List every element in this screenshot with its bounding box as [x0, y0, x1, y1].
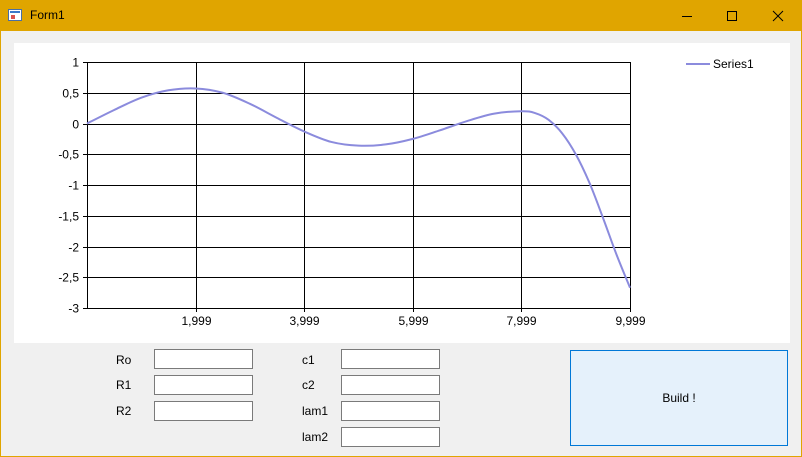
r2-label: R2	[116, 404, 132, 418]
r1-label: R1	[116, 378, 132, 392]
legend-label-series1: Series1	[713, 57, 754, 71]
r2-field[interactable]	[154, 401, 253, 421]
y-tick-label: -0,5	[58, 148, 79, 162]
x-tick-label: 3,999	[289, 314, 319, 328]
ro-field[interactable]	[154, 349, 253, 369]
y-tick-label: -2,5	[58, 271, 79, 285]
build-button[interactable]: Build !	[570, 350, 788, 446]
chart-grid	[87, 62, 631, 309]
maximize-button[interactable]	[709, 0, 755, 31]
form-client-area: 1 0,5 0 -0,5 -1 -1,5 -2 -2,5 -3 1,999 3,999 5,999 7…	[1, 31, 801, 456]
window-title: Form1	[30, 8, 65, 22]
chart-series	[86, 87, 631, 289]
y-tick-label: 0,5	[62, 87, 79, 101]
lam2-label: lam2	[302, 430, 329, 444]
r1-field[interactable]	[154, 375, 253, 395]
c1-field[interactable]	[341, 349, 440, 369]
series-line-1	[86, 87, 631, 289]
y-tick-label: 0	[72, 118, 79, 132]
line-chart: 1 0,5 0 -0,5 -1 -1,5 -2 -2,5 -3 1,999 3,999 5,999 7…	[58, 56, 754, 329]
y-tick-label: -1	[68, 179, 79, 193]
x-tick-label: 5,999	[398, 314, 428, 328]
chart-panel: 1 0,5 0 -0,5 -1 -1,5 -2 -2,5 -3 1,999 3,999 5,999 7…	[14, 43, 790, 343]
y-tick-label: -3	[68, 302, 79, 316]
x-tick-label: 1,999	[181, 314, 211, 328]
title-bar[interactable]: Form1	[0, 0, 802, 31]
x-tick-label: 7,999	[506, 314, 536, 328]
c2-label: c2	[302, 378, 315, 392]
c2-field[interactable]	[341, 375, 440, 395]
chart-axes	[83, 62, 631, 312]
c1-label: c1	[302, 353, 315, 367]
minimize-button[interactable]	[664, 0, 710, 31]
chart-legend: Series1	[686, 57, 754, 71]
close-icon	[772, 10, 784, 21]
y-tick-labels: 1 0,5 0 -0,5 -1 -1,5 -2 -2,5 -3	[58, 56, 79, 316]
maximize-icon	[727, 10, 737, 21]
x-tick-label: 9,999	[615, 314, 645, 328]
y-tick-label: -1,5	[58, 210, 79, 224]
lam1-label: lam1	[302, 404, 329, 418]
y-tick-label: -2	[68, 241, 79, 255]
lam2-field[interactable]	[341, 427, 440, 447]
minimize-icon	[682, 15, 692, 17]
y-tick-label: 1	[72, 56, 79, 70]
close-button[interactable]	[755, 0, 801, 31]
ro-label: Ro	[116, 353, 132, 367]
x-tick-labels: 1,999 3,999 5,999 7,999 9,999	[181, 314, 645, 328]
app-icon[interactable]	[8, 9, 22, 21]
lam1-field[interactable]	[341, 401, 440, 421]
